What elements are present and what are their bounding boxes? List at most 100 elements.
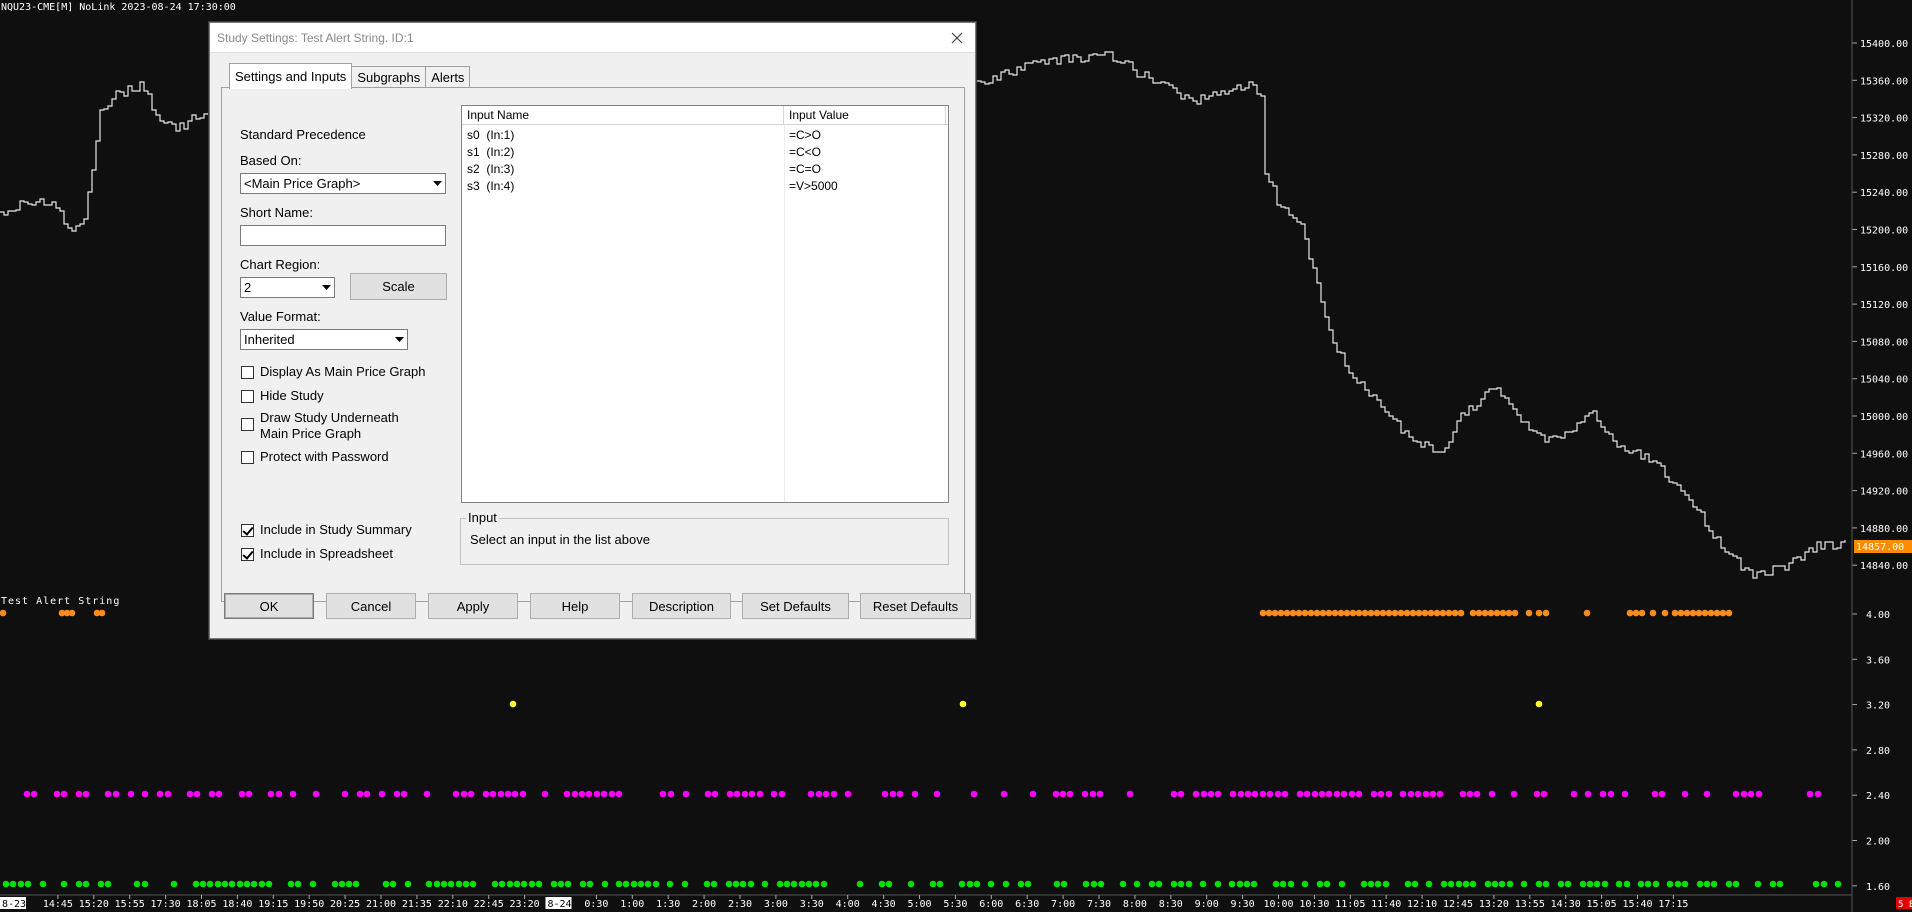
tab-alerts[interactable]: Alerts bbox=[425, 66, 471, 89]
green-dot bbox=[1681, 880, 1689, 888]
hide-study-checkbox[interactable] bbox=[241, 390, 254, 403]
table-row[interactable]: s1 (In:2) =C<O bbox=[462, 144, 948, 161]
time-tick-label: 19:50 bbox=[294, 899, 324, 910]
magenta-dot bbox=[519, 790, 527, 798]
study-tick-label: 2.80 bbox=[1866, 746, 1890, 757]
magenta-dot bbox=[815, 790, 823, 798]
green-dot bbox=[287, 880, 295, 888]
spreadsheet-row[interactable]: Include in Spreadsheet bbox=[241, 546, 393, 562]
display-main-row[interactable]: Display As Main Price Graph bbox=[241, 364, 425, 380]
apply-button[interactable]: Apply bbox=[428, 593, 518, 619]
spreadsheet-checkbox[interactable] bbox=[241, 548, 254, 561]
magenta-dot bbox=[1436, 790, 1444, 798]
magenta-dot bbox=[1274, 790, 1282, 798]
hide-study-row[interactable]: Hide Study bbox=[241, 388, 324, 404]
ok-button[interactable]: OK bbox=[224, 593, 314, 619]
magenta-dot bbox=[60, 790, 68, 798]
orange-dot bbox=[1451, 609, 1459, 617]
orange-dot bbox=[1409, 609, 1417, 617]
price-tick-label: 15280.00 bbox=[1860, 151, 1908, 162]
study-summary-row[interactable]: Include in Study Summary bbox=[241, 522, 412, 538]
protect-checkbox[interactable] bbox=[241, 451, 254, 464]
green-dot bbox=[1703, 880, 1711, 888]
orange-dot bbox=[1265, 609, 1273, 617]
time-tick-label: 19:15 bbox=[258, 899, 288, 910]
protect-row[interactable]: Protect with Password bbox=[241, 449, 389, 465]
input-help-text: Select an input in the list above bbox=[470, 532, 650, 547]
reset-defaults-button[interactable]: Reset Defaults bbox=[860, 593, 971, 619]
magenta-dot bbox=[778, 790, 786, 798]
value-format-select[interactable]: Inherited bbox=[240, 329, 408, 350]
orange-dot bbox=[1343, 609, 1351, 617]
green-dot bbox=[550, 880, 558, 888]
time-tick-label: 12:45 bbox=[1443, 899, 1473, 910]
time-tick-label: 22:45 bbox=[474, 899, 504, 910]
table-row[interactable]: s2 (In:3) =C=O bbox=[462, 161, 948, 178]
orange-dot bbox=[1319, 609, 1327, 617]
magenta-dot bbox=[741, 790, 749, 798]
green-dot bbox=[1462, 880, 1470, 888]
green-dot bbox=[1615, 880, 1623, 888]
tab-settings-and-inputs[interactable]: Settings and Inputs bbox=[229, 63, 353, 89]
draw-underneath-row[interactable]: Draw Study Underneath Main Price Graph bbox=[241, 410, 399, 442]
magenta-dot bbox=[1377, 790, 1385, 798]
orange-dot bbox=[1683, 609, 1691, 617]
green-dot bbox=[1820, 880, 1828, 888]
set-defaults-button[interactable]: Set Defaults bbox=[742, 593, 849, 619]
magenta-dot bbox=[1466, 790, 1474, 798]
green-dot bbox=[243, 880, 251, 888]
green-dot bbox=[747, 880, 755, 888]
green-dot bbox=[338, 880, 346, 888]
magenta-dot bbox=[770, 790, 778, 798]
time-tick-label: 18:40 bbox=[222, 899, 252, 910]
green-dot bbox=[579, 880, 587, 888]
based-on-select[interactable]: <Main Price Graph> bbox=[240, 173, 446, 194]
green-dot bbox=[1228, 880, 1236, 888]
orange-dot bbox=[1331, 609, 1339, 617]
close-button[interactable] bbox=[939, 23, 975, 53]
scale-button[interactable]: Scale bbox=[350, 273, 447, 300]
tab-subgraphs[interactable]: Subgraphs bbox=[351, 66, 427, 89]
column-input-name[interactable]: Input Name bbox=[462, 106, 784, 125]
time-tick-label: 6:00 bbox=[979, 899, 1003, 910]
study-summary-checkbox[interactable] bbox=[241, 524, 254, 537]
green-dot bbox=[1323, 880, 1331, 888]
magenta-dot bbox=[1385, 790, 1393, 798]
magenta-dot bbox=[1658, 790, 1666, 798]
green-dot bbox=[9, 880, 17, 888]
green-dot bbox=[966, 880, 974, 888]
price-tick-label: 14960.00 bbox=[1860, 449, 1908, 460]
magenta-dot bbox=[1814, 790, 1822, 798]
magenta-dot bbox=[1533, 790, 1541, 798]
chevron-down-icon bbox=[432, 181, 442, 186]
table-row[interactable]: s3 (In:4) =V>5000 bbox=[462, 178, 948, 195]
magenta-dot bbox=[1207, 790, 1215, 798]
green-dot bbox=[228, 880, 236, 888]
close-icon bbox=[951, 32, 963, 44]
chart-region-select[interactable]: 2 bbox=[240, 277, 335, 298]
orange-dot bbox=[1439, 609, 1447, 617]
value-format-label: Value Format: bbox=[240, 309, 321, 324]
description-button[interactable]: Description bbox=[632, 593, 731, 619]
table-row[interactable]: s0 (In:1) =C>O bbox=[462, 127, 948, 144]
short-name-input[interactable] bbox=[240, 225, 446, 246]
green-dot bbox=[1696, 880, 1704, 888]
based-on-arrow[interactable] bbox=[429, 174, 445, 193]
magenta-dot bbox=[726, 790, 734, 798]
magenta-dot bbox=[75, 790, 83, 798]
green-dot bbox=[1411, 880, 1419, 888]
value-format-arrow[interactable] bbox=[391, 330, 407, 349]
magenta-dot bbox=[497, 790, 505, 798]
help-button[interactable]: Help bbox=[530, 593, 620, 619]
inputs-list[interactable]: Input Name Input Value s0 (In:1) =C>O s1… bbox=[461, 105, 949, 503]
draw-underneath-checkbox[interactable] bbox=[241, 418, 254, 431]
display-main-checkbox[interactable] bbox=[241, 366, 254, 379]
magenta-dot bbox=[911, 790, 919, 798]
magenta-dot bbox=[1318, 790, 1326, 798]
column-input-value[interactable]: Input Value bbox=[784, 106, 946, 125]
dialog-titlebar[interactable]: Study Settings: Test Alert String. ID:1 bbox=[210, 23, 975, 53]
cancel-button[interactable]: Cancel bbox=[326, 593, 416, 619]
orange-dot bbox=[1307, 609, 1315, 617]
chart-region-arrow[interactable] bbox=[318, 278, 334, 297]
time-tick-label: 20:25 bbox=[330, 899, 360, 910]
